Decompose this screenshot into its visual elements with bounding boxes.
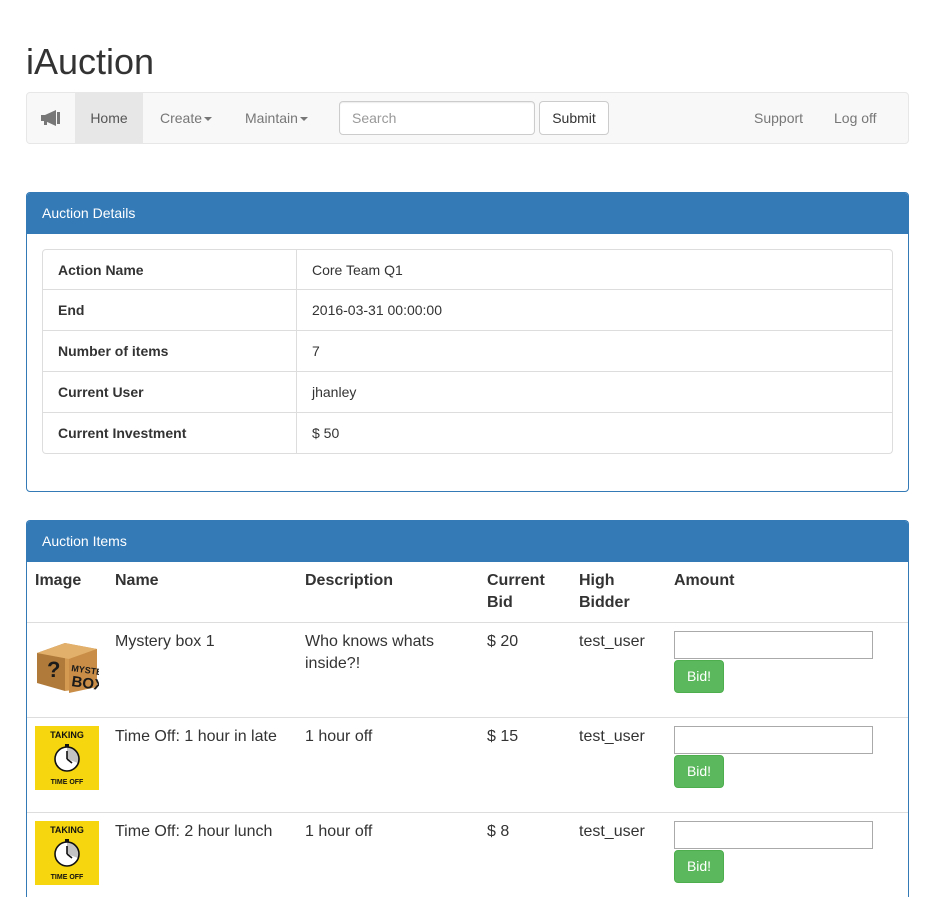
items-header-row: Image Name Description Current Bid High … bbox=[27, 562, 908, 623]
nav-create-label: Create bbox=[160, 110, 203, 126]
details-row: Action Name Core Team Q1 bbox=[42, 249, 893, 290]
details-value: 2016-03-31 00:00:00 bbox=[297, 290, 893, 331]
item-image-cell: TAKING TIME OFF bbox=[27, 812, 107, 897]
details-row: Current User jhanley bbox=[42, 372, 893, 413]
item-description: 1 hour off bbox=[297, 717, 479, 813]
caret-down-icon bbox=[299, 117, 308, 122]
details-value: jhanley bbox=[297, 372, 893, 413]
item-current-bid: $ 15 bbox=[479, 717, 571, 813]
details-value: Core Team Q1 bbox=[297, 249, 893, 290]
app-title: iAuction bbox=[26, 41, 155, 82]
auction-details-table: Action Name Core Team Q1 End 2016-03-31 … bbox=[42, 249, 893, 454]
nav-logoff[interactable]: Log off bbox=[819, 93, 892, 143]
nav-maintain-label: Maintain bbox=[245, 110, 298, 126]
nav-home[interactable]: Home bbox=[75, 93, 143, 143]
submit-button[interactable]: Submit bbox=[539, 101, 609, 135]
bid-button[interactable]: Bid! bbox=[674, 660, 724, 693]
bid-button[interactable]: Bid! bbox=[674, 755, 724, 788]
column-header-description: Description bbox=[297, 562, 479, 623]
item-high-bidder: test_user bbox=[571, 812, 666, 897]
mystery-box-image: ? MYSTERY BOX bbox=[37, 643, 99, 694]
details-label: Current User bbox=[42, 372, 297, 413]
item-name: Time Off: 2 hour lunch bbox=[107, 812, 297, 897]
item-image-cell: ? MYSTERY BOX bbox=[27, 622, 107, 718]
item-name: Time Off: 1 hour in late bbox=[107, 717, 297, 813]
search-input[interactable] bbox=[339, 101, 535, 135]
time-off-image: TAKING TIME OFF bbox=[35, 726, 99, 790]
caret-down-icon bbox=[204, 117, 213, 122]
item-amount-cell: Bid! bbox=[666, 622, 908, 718]
details-value: 7 bbox=[297, 331, 893, 372]
item-amount-cell: Bid! bbox=[666, 717, 908, 813]
details-label: Number of items bbox=[42, 331, 297, 372]
column-header-high-bidder: High Bidder bbox=[571, 562, 666, 623]
column-header-image: Image bbox=[27, 562, 107, 623]
nav-home-label: Home bbox=[90, 110, 128, 126]
amount-input[interactable] bbox=[674, 631, 873, 659]
time-off-text-bottom: TIME OFF bbox=[51, 874, 84, 881]
item-high-bidder: test_user bbox=[571, 622, 666, 718]
details-label: End bbox=[42, 290, 297, 331]
nav-support[interactable]: Support bbox=[739, 93, 818, 143]
amount-input[interactable] bbox=[674, 726, 873, 754]
column-header-amount: Amount bbox=[666, 562, 908, 623]
column-header-current-bid: Current Bid bbox=[479, 562, 571, 623]
auction-items-heading: Auction Items bbox=[27, 521, 908, 562]
details-value: $ 50 bbox=[297, 413, 893, 454]
item-current-bid: $ 20 bbox=[479, 622, 571, 718]
megaphone-icon[interactable] bbox=[27, 93, 75, 143]
column-header-name: Name bbox=[107, 562, 297, 623]
time-off-text-top: TAKING bbox=[50, 825, 84, 835]
auction-details-panel: Auction Details Action Name Core Team Q1… bbox=[26, 192, 909, 492]
nav-maintain-dropdown[interactable]: Maintain bbox=[230, 93, 323, 143]
item-description: Who knows whats inside?! bbox=[297, 622, 479, 718]
table-row: TAKING TIME OFF Time Off: 2 hour lunch 1… bbox=[27, 812, 908, 897]
table-row: ? MYSTERY BOX Mystery box 1 Who knows wh… bbox=[27, 622, 908, 718]
time-off-image: TAKING TIME OFF bbox=[35, 821, 99, 885]
amount-input[interactable] bbox=[674, 821, 873, 849]
details-label: Current Investment bbox=[42, 413, 297, 454]
auction-items-table: Image Name Description Current Bid High … bbox=[27, 562, 908, 897]
auction-details-heading: Auction Details bbox=[27, 193, 908, 234]
navbar: Home Create Maintain Submit Support Log … bbox=[26, 92, 909, 144]
nav-create-dropdown[interactable]: Create bbox=[145, 93, 227, 143]
bid-button[interactable]: Bid! bbox=[674, 850, 724, 883]
time-off-text-bottom: TIME OFF bbox=[51, 779, 84, 786]
item-high-bidder: test_user bbox=[571, 717, 666, 813]
item-name: Mystery box 1 bbox=[107, 622, 297, 718]
item-image-cell: TAKING TIME OFF bbox=[27, 717, 107, 813]
details-row: End 2016-03-31 00:00:00 bbox=[42, 290, 893, 331]
item-description: 1 hour off bbox=[297, 812, 479, 897]
details-row: Number of items 7 bbox=[42, 331, 893, 372]
details-row: Current Investment $ 50 bbox=[42, 413, 893, 454]
auction-items-panel: Auction Items Image Name Description Cur… bbox=[26, 520, 909, 897]
table-row: TAKING TIME OFF Time Off: 1 hour in late… bbox=[27, 717, 908, 813]
time-off-text-top: TAKING bbox=[50, 730, 84, 740]
svg-text:?: ? bbox=[47, 657, 60, 682]
item-amount-cell: Bid! bbox=[666, 812, 908, 897]
item-current-bid: $ 8 bbox=[479, 812, 571, 897]
details-label: Action Name bbox=[42, 249, 297, 290]
